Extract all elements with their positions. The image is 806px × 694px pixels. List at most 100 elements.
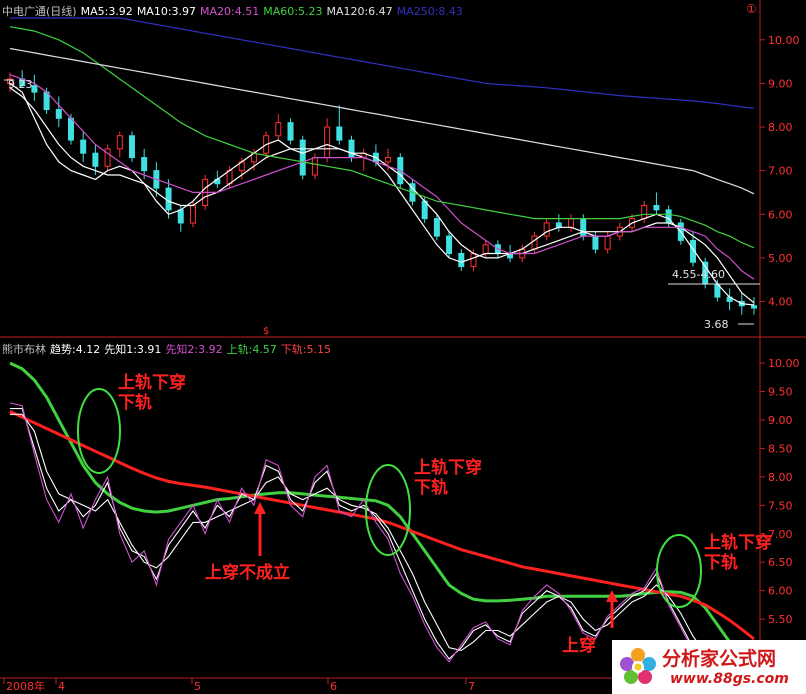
annotation-cross-up: 上穿 bbox=[562, 636, 596, 656]
legend-entry: 下轨:5.15 bbox=[280, 343, 332, 356]
y-tick-label: 5.00 bbox=[768, 252, 793, 265]
candle-body bbox=[482, 244, 489, 254]
candle-body bbox=[128, 135, 135, 159]
x-tick-label: 2008年 bbox=[6, 679, 45, 693]
candle-body bbox=[458, 253, 465, 268]
y-tick-label: 10.00 bbox=[768, 34, 800, 47]
legend-entry: MA250:8.43 bbox=[396, 5, 463, 18]
candle-body bbox=[80, 139, 87, 154]
watermark-logo: 分析家公式网 www.88gs.com bbox=[612, 640, 806, 694]
candle-body bbox=[165, 187, 172, 211]
candle-body bbox=[555, 222, 562, 228]
candle-body bbox=[55, 109, 62, 119]
candle-body bbox=[311, 157, 318, 176]
annotation-cross-down-3: 上轨下穿 下轨 bbox=[704, 533, 772, 573]
highlight-ellipse bbox=[365, 464, 411, 556]
panel-toggle-icon[interactable]: ① bbox=[746, 2, 757, 16]
y-tick-label: 6.00 bbox=[768, 208, 793, 221]
legend-entry: 先知1:3.91 bbox=[104, 343, 162, 356]
y-tick-label: 7.00 bbox=[768, 165, 793, 178]
annotation-cross-down-1: 上轨下穿 下轨 bbox=[118, 373, 186, 413]
legend-entry: 熊市布林 bbox=[2, 343, 46, 356]
candle-body bbox=[751, 305, 757, 309]
y-tick-label: 10.00 bbox=[768, 357, 800, 370]
candle-body bbox=[470, 253, 477, 268]
price-panel: 10.009.008.007.006.005.004.009.234.55-4.… bbox=[4, 17, 800, 331]
candle-body bbox=[446, 235, 453, 255]
y-tick-label: 6.00 bbox=[768, 585, 793, 598]
legend-entry: MA60:5.23 bbox=[263, 5, 323, 18]
x-tick-label: 4 bbox=[58, 680, 65, 693]
legend-entry: 先知2:3.92 bbox=[165, 343, 223, 356]
legend-entry: 中电广通(日线) bbox=[2, 5, 77, 18]
annotation-line: 下轨 bbox=[118, 393, 152, 413]
candle-body bbox=[592, 235, 599, 250]
candle-body bbox=[67, 117, 74, 141]
series-line-MA250 bbox=[10, 17, 755, 109]
legend-entry: MA10:3.97 bbox=[136, 5, 197, 18]
watermark-url: www.88gs.com bbox=[670, 671, 789, 687]
candle-body bbox=[92, 152, 99, 167]
annotation-line: 上轨下穿 bbox=[118, 373, 186, 393]
candle-body bbox=[433, 218, 440, 237]
candle-body bbox=[189, 205, 196, 224]
series-line-MA120 bbox=[9, 47, 755, 195]
y-tick-label: 8.50 bbox=[768, 442, 793, 455]
indicator-panel-legend: 熊市布林 趋势:4.12 先知1:3.91 先知2:3.92 上轨:4.57 下轨:5.1… bbox=[2, 341, 335, 357]
flower-icon bbox=[620, 648, 656, 684]
annotation-line: 下轨 bbox=[414, 478, 448, 498]
x-tick-label: 7 bbox=[468, 680, 475, 693]
y-tick-label: 8.00 bbox=[768, 121, 793, 134]
arrow-head bbox=[254, 502, 266, 514]
candle-body bbox=[31, 85, 38, 93]
candle-body bbox=[287, 122, 294, 141]
x-tick-label: 5 bbox=[194, 680, 201, 693]
series-line-MA5 bbox=[9, 82, 755, 306]
y-tick-label: 8.00 bbox=[768, 471, 793, 484]
candle-body bbox=[531, 235, 538, 250]
annotation-line: 上轨下穿 bbox=[704, 533, 772, 553]
annotation-cross-up-failed: 上穿不成立 bbox=[205, 563, 290, 583]
y-tick-label: 9.50 bbox=[768, 386, 793, 399]
legend-entry: MA120:6.47 bbox=[326, 5, 393, 18]
legend-entry: MA20:4.51 bbox=[200, 5, 260, 18]
x-tick-label: 6 bbox=[330, 680, 337, 693]
candle-body bbox=[653, 205, 660, 211]
legend-entry: 上轨:4.57 bbox=[226, 343, 277, 356]
candle-body bbox=[275, 122, 282, 137]
legend-entry: MA5:3.92 bbox=[80, 5, 133, 18]
candle-body bbox=[543, 222, 550, 237]
y-tick-label: 9.00 bbox=[768, 77, 793, 90]
candle-body bbox=[141, 157, 148, 172]
candles bbox=[7, 70, 757, 315]
candle-body bbox=[604, 235, 611, 250]
annotation-line: 下轨 bbox=[704, 553, 738, 573]
price-panel-legend: 中电广通(日线) MA5:3.92 MA10:3.97 MA20:4.51 MA60:5… bbox=[2, 3, 467, 19]
value-label: 4.55-4.60 bbox=[672, 268, 725, 281]
candle-body bbox=[299, 139, 306, 176]
candle-body bbox=[568, 218, 575, 228]
candle-body bbox=[348, 139, 355, 159]
candle-body bbox=[336, 126, 343, 141]
series-line-MA10 bbox=[9, 87, 755, 304]
candle-body bbox=[641, 205, 648, 220]
y-tick-label: 9.00 bbox=[768, 414, 793, 427]
annotation-cross-down-2: 上轨下穿 下轨 bbox=[414, 458, 482, 498]
annotation-line: 上轨下穿 bbox=[414, 458, 482, 478]
annotation-line: 上穿不成立 bbox=[205, 563, 290, 583]
red-marker: $ bbox=[263, 326, 269, 337]
candle-body bbox=[324, 126, 331, 159]
y-tick-label: 5.50 bbox=[768, 613, 793, 626]
y-tick-label: 4.00 bbox=[768, 295, 793, 308]
candle-body bbox=[177, 209, 184, 224]
legend-entry: 趋势:4.12 bbox=[50, 343, 101, 356]
annotation-line: 上穿 bbox=[562, 636, 596, 656]
candle-body bbox=[385, 157, 392, 163]
value-label: 3.68 bbox=[704, 318, 729, 331]
candle-body bbox=[580, 218, 587, 237]
y-tick-label: 7.50 bbox=[768, 499, 793, 512]
highlight-ellipse bbox=[77, 388, 121, 474]
watermark-title: 分析家公式网 bbox=[662, 648, 777, 670]
series-line-MA20 bbox=[9, 74, 755, 280]
candle-body bbox=[116, 135, 123, 150]
